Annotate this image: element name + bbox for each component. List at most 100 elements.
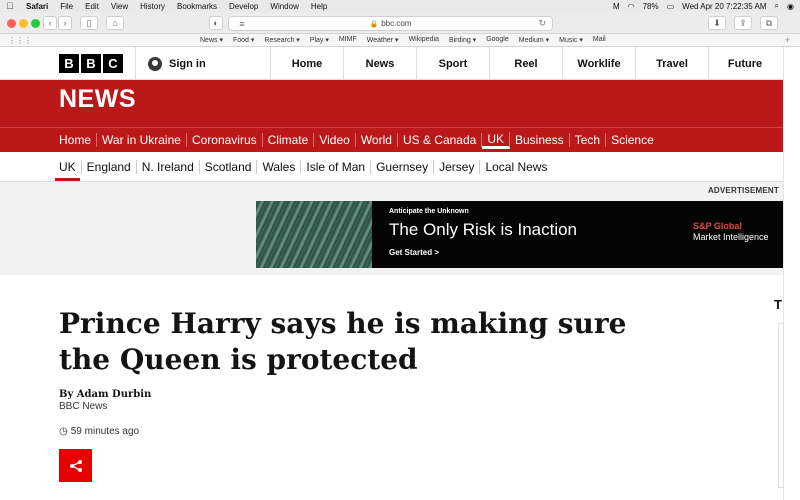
article-author: By Adam Durbin xyxy=(59,389,152,400)
advert-band: ADVERTISEMENT Anticipate the Unknown The… xyxy=(0,182,783,275)
subnav-england[interactable]: England xyxy=(82,160,137,174)
topnav-travel[interactable]: Travel xyxy=(635,47,708,80)
news-nav-us-canada[interactable]: US & Canada xyxy=(398,133,483,147)
chevron-right-icon: › xyxy=(63,18,67,28)
reload-icon[interactable]: ↻ xyxy=(538,18,546,29)
share-button[interactable] xyxy=(59,449,92,482)
menubar-clock[interactable]: Wed Apr 20 7:22:35 AM xyxy=(682,2,766,11)
topnav-worklife[interactable]: Worklife xyxy=(562,47,635,80)
menu-bookmarks[interactable]: Bookmarks xyxy=(171,2,223,11)
news-nav-war-in-ukraine[interactable]: War in Ukraine xyxy=(97,133,187,147)
favorites-list: News ▾ Food ▾ Research ▾ Play ▾ MIMF Wea… xyxy=(200,36,606,44)
subnav-scotland[interactable]: Scotland xyxy=(200,160,258,174)
favorite-item[interactable]: Music ▾ xyxy=(559,36,583,44)
privacy-button[interactable]: ◐ xyxy=(209,16,223,30)
subnav-isle-of-man[interactable]: Isle of Man xyxy=(301,160,372,174)
menu-edit[interactable]: Edit xyxy=(79,2,105,11)
medium-icon[interactable]: M xyxy=(613,2,620,11)
news-nav-world[interactable]: World xyxy=(356,133,398,147)
news-nav-coronavirus[interactable]: Coronavirus xyxy=(187,133,263,147)
share-nodes-icon xyxy=(69,459,82,472)
favorite-item[interactable]: Research ▾ xyxy=(264,36,299,44)
menu-help[interactable]: Help xyxy=(305,2,333,11)
address-bar[interactable]: 🔒 bbc.com ↻ xyxy=(228,16,553,31)
bbc-topnav: Home News Sport Reel Worklife Travel Fut… xyxy=(270,47,781,80)
favorite-item[interactable]: Mail xyxy=(593,36,606,44)
reader-icon[interactable]: ≡ xyxy=(236,17,248,31)
topnav-sport[interactable]: Sport xyxy=(416,47,489,80)
menu-view[interactable]: View xyxy=(105,2,134,11)
wifi-icon[interactable]: ◠ xyxy=(628,2,635,11)
favorite-item[interactable]: Medium ▾ xyxy=(519,36,549,44)
favorite-item[interactable]: News ▾ xyxy=(200,36,223,44)
menu-safari[interactable]: Safari xyxy=(20,2,54,11)
back-button[interactable]: ‹ xyxy=(43,16,57,30)
news-nav-uk[interactable]: UK xyxy=(482,131,510,149)
favorite-item[interactable]: Google xyxy=(486,36,509,44)
close-window-icon[interactable] xyxy=(7,19,16,28)
download-icon: ⬇ xyxy=(713,17,721,28)
spotlight-icon[interactable]: ⌕ xyxy=(775,1,779,11)
fullscreen-window-icon[interactable] xyxy=(31,19,40,28)
downloads-button[interactable]: ⬇ xyxy=(708,16,726,30)
uk-subnav: UK England N. Ireland Scotland Wales Isl… xyxy=(0,152,783,182)
topnav-news[interactable]: News xyxy=(343,47,416,80)
favorite-item[interactable]: Weather ▾ xyxy=(367,36,399,44)
minimize-window-icon[interactable] xyxy=(19,19,28,28)
favorite-item[interactable]: Birding ▾ xyxy=(449,36,476,44)
advert-headline: The Only Risk is Inaction xyxy=(389,220,578,239)
subnav-jersey[interactable]: Jersey xyxy=(434,160,481,174)
favorites-bar: ⋮⋮⋮ News ▾ Food ▾ Research ▾ Play ▾ MIMF… xyxy=(0,34,800,47)
topnav-reel[interactable]: Reel xyxy=(489,47,562,80)
news-nav-science[interactable]: Science xyxy=(606,133,659,147)
user-icon xyxy=(148,56,162,71)
bbc-logo-letter: B xyxy=(59,54,79,73)
subnav-wales[interactable]: Wales xyxy=(257,160,302,174)
article-timestamp: ◷ 59 minutes ago xyxy=(59,426,139,437)
news-nav-climate[interactable]: Climate xyxy=(263,133,315,147)
share-icon: ⇪ xyxy=(739,17,747,28)
share-toolbar-button[interactable]: ⇪ xyxy=(734,16,752,30)
grid-icon[interactable]: ⋮⋮⋮ xyxy=(8,36,32,45)
forward-button[interactable]: › xyxy=(58,16,72,30)
advert-banner[interactable]: Anticipate the Unknown The Only Risk is … xyxy=(256,201,783,268)
menu-history[interactable]: History xyxy=(134,2,171,11)
subnav-uk[interactable]: UK xyxy=(59,160,82,174)
advert-brand-sub: Market Intelligence xyxy=(693,232,769,242)
apple-icon[interactable]:  xyxy=(0,1,20,11)
home-icon: ⌂ xyxy=(112,18,118,28)
news-title[interactable]: NEWS xyxy=(59,85,136,114)
bbc-logo[interactable]: B B C xyxy=(59,54,123,73)
topnav-future[interactable]: Future xyxy=(708,47,781,80)
news-nav-home[interactable]: Home xyxy=(59,133,98,147)
menu-develop[interactable]: Develop xyxy=(223,2,264,11)
menu-window[interactable]: Window xyxy=(264,2,304,11)
safari-toolbar: ‹ › ▯ ⌂ ◐ 🔒 bbc.com ↻ ≡ ⬇ ⇪ ⧉ xyxy=(0,12,800,34)
macos-menubar:  Safari File Edit View History Bookmark… xyxy=(0,0,800,12)
subnav-n-ireland[interactable]: N. Ireland xyxy=(137,160,200,174)
tabs-icon: ⧉ xyxy=(765,17,773,28)
sidebar-button[interactable]: ▯ xyxy=(80,16,98,30)
news-nav-video[interactable]: Video xyxy=(314,133,356,147)
battery-percent: 78% xyxy=(642,1,659,11)
favorite-item[interactable]: Wikipedia xyxy=(409,36,439,44)
sign-in-button[interactable]: Sign in xyxy=(135,47,270,80)
advert-artwork xyxy=(256,201,372,268)
shield-half-icon: ◐ xyxy=(213,18,219,28)
topnav-home[interactable]: Home xyxy=(270,47,343,80)
favorite-item[interactable]: Food ▾ xyxy=(233,36,254,44)
advert-cta-link[interactable]: Get Started > xyxy=(389,248,439,257)
subnav-guernsey[interactable]: Guernsey xyxy=(371,160,435,174)
tabs-overview-button[interactable]: ⧉ xyxy=(760,16,778,30)
favorite-item[interactable]: MIMF xyxy=(339,36,357,44)
subnav-local-news[interactable]: Local News xyxy=(480,160,552,174)
control-center-icon[interactable]: ◉ xyxy=(787,2,794,11)
home-button[interactable]: ⌂ xyxy=(106,16,124,30)
news-nav: Home War in Ukraine Coronavirus Climate … xyxy=(0,127,783,152)
menu-file[interactable]: File xyxy=(54,2,79,11)
news-nav-tech[interactable]: Tech xyxy=(570,133,607,147)
battery-icon[interactable]: ▭ xyxy=(667,2,675,11)
new-tab-icon[interactable]: + xyxy=(785,35,790,45)
favorite-item[interactable]: Play ▾ xyxy=(310,36,329,44)
news-nav-business[interactable]: Business xyxy=(510,133,570,147)
